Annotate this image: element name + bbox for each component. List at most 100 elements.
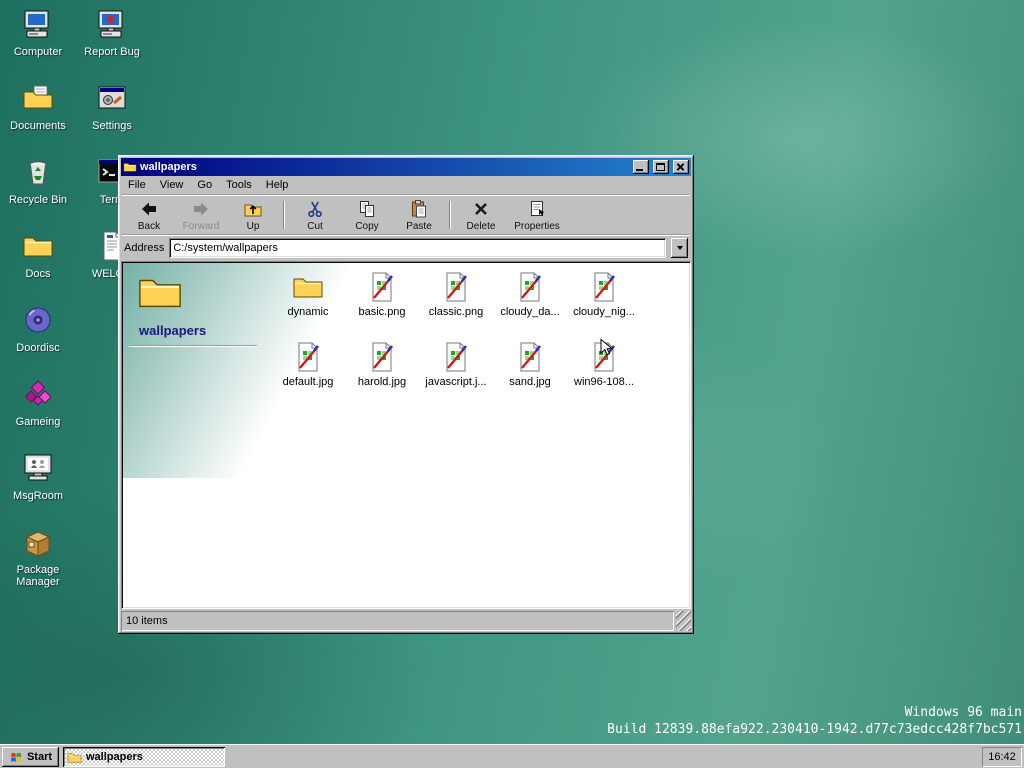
window-title: wallpapers [140,161,629,173]
image-file-icon [440,341,472,373]
toolbar: Back Forward Up Cut Copy Paste Delete [121,196,691,234]
file-item[interactable]: javascript.j... [419,339,493,409]
game-icon [22,378,54,410]
delete-button[interactable]: Delete [455,197,507,233]
start-button[interactable]: Start [2,747,59,767]
report-bug-icon [96,8,128,40]
folder-icon [67,750,82,765]
resize-grip[interactable] [676,611,691,631]
desktop-icon-msgroom[interactable]: MsgRoom [3,452,73,502]
menu-go[interactable]: Go [190,177,219,193]
settings-icon [96,82,128,114]
minimize-button[interactable] [633,160,649,174]
up-button[interactable]: Up [227,197,279,233]
taskbar: Start wallpapers 16:42 [0,744,1024,768]
scissors-icon [305,199,325,219]
file-item[interactable]: harold.jpg [345,339,419,409]
menu-tools[interactable]: Tools [219,177,259,193]
title-bar[interactable]: wallpapers [121,158,691,176]
file-item[interactable]: default.jpg [271,339,345,409]
system-tray-clock[interactable]: 16:42 [982,747,1022,767]
desktop-icon-label: MsgRoom [3,490,73,502]
desktop-icon-documents[interactable]: Documents [3,82,73,132]
close-button[interactable] [673,160,689,174]
copy-icon [357,199,377,219]
build-info-line2: Build 12839.88efa922.230410-1942.d77c73e… [607,721,1022,738]
file-item[interactable]: basic.png [345,269,419,339]
status-text-panel: 10 items [121,611,674,631]
divider [129,345,257,347]
image-file-icon [366,271,398,303]
image-file-icon [366,341,398,373]
menu-view[interactable]: View [153,177,191,193]
desktop-icon-label: Computer [3,46,73,58]
documents-folder-icon [22,82,54,114]
menu-help[interactable]: Help [259,177,296,193]
desktop-icon-label: Doordisc [3,342,73,354]
package-icon [22,526,54,558]
up-folder-icon [243,199,263,219]
desktop-icon-doordisc[interactable]: Doordisc [3,304,73,354]
toolbar-separator [283,201,285,229]
computer-icon [22,8,54,40]
delete-x-icon [471,199,491,219]
file-item[interactable]: dynamic [271,269,345,339]
desktop: Computer Report Bug Documents Settings R… [0,0,1024,768]
mouse-cursor-icon [598,338,618,358]
forward-arrow-icon [191,199,211,219]
desktop-icon-label: Package Manager [3,564,73,588]
maximize-icon [656,163,665,171]
forward-button[interactable]: Forward [175,197,227,233]
taskbar-task-wallpapers[interactable]: wallpapers [63,747,225,767]
large-folder-icon [137,269,183,315]
cut-button[interactable]: Cut [289,197,341,233]
desktop-icon-recycle-bin[interactable]: Recycle Bin [3,156,73,206]
image-file-icon [514,341,546,373]
minimize-icon [636,169,643,171]
maximize-button[interactable] [653,160,669,174]
explorer-window: wallpapers File View Go Tools Help Back … [118,155,694,634]
menu-file[interactable]: File [121,177,153,193]
file-item[interactable]: cloudy_da... [493,269,567,339]
chevron-down-icon [677,246,683,250]
windows-flag-icon [9,750,24,765]
toolbar-separator [449,201,451,229]
chat-computer-icon [22,452,54,484]
status-bar: 10 items [121,611,691,631]
back-button[interactable]: Back [123,197,175,233]
folder-icon [123,160,137,174]
address-dropdown-button[interactable] [671,238,688,258]
desktop-icon-report-bug[interactable]: Report Bug [77,8,147,58]
clock-text: 16:42 [988,751,1016,763]
desktop-icon-computer[interactable]: Computer [3,8,73,58]
address-input[interactable] [169,238,666,258]
properties-icon [527,199,547,219]
desktop-icon-settings[interactable]: Settings [77,82,147,132]
menu-bar: File View Go Tools Help [121,176,691,194]
desktop-icon-docs[interactable]: Docs [3,230,73,280]
file-grid: dynamic basic.png classic.png cloudy_da.… [271,269,641,409]
desktop-icon-gameing[interactable]: Gameing [3,378,73,428]
file-item[interactable]: classic.png [419,269,493,339]
paste-button[interactable]: Paste [393,197,445,233]
image-file-icon [292,341,324,373]
file-item[interactable]: sand.jpg [493,339,567,409]
desktop-icon-label: Report Bug [77,46,147,58]
folder-name-heading: wallpapers [139,323,206,338]
image-file-icon [514,271,546,303]
back-arrow-icon [139,199,159,219]
folder-icon [292,271,324,303]
desktop-icon-label: Recycle Bin [3,194,73,206]
file-item[interactable]: cloudy_nig... [567,269,641,339]
address-label: Address [124,242,164,254]
clipboard-icon [409,199,429,219]
desktop-icon-label: Gameing [3,416,73,428]
task-label: wallpapers [86,751,143,763]
address-bar: Address [121,236,691,260]
desktop-icon-label: Documents [3,120,73,132]
desktop-icon-package-manager[interactable]: Package Manager [3,526,73,588]
build-info-line1: Windows 96 main [607,704,1022,721]
properties-button[interactable]: Properties [507,197,567,233]
image-file-icon [440,271,472,303]
copy-button[interactable]: Copy [341,197,393,233]
